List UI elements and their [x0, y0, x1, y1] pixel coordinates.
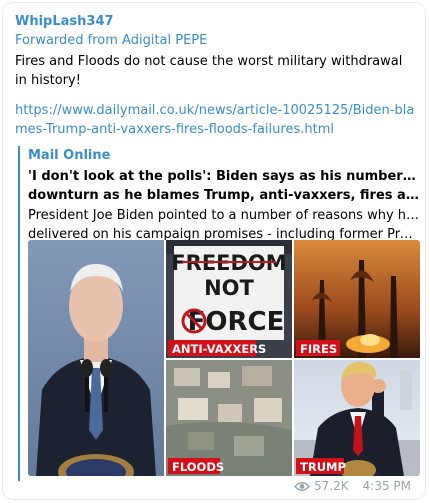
preview-title: 'I don't look at the polls': Biden says …	[28, 167, 420, 205]
caption-anti-vaxxers: ANTI-VAXXERS	[172, 342, 266, 356]
trump-photo: TRUMP	[294, 360, 420, 476]
eye-icon	[294, 481, 311, 491]
view-count: 57.2K	[314, 479, 349, 493]
forwarded-from-label[interactable]: Forwarded from Adigital PEPE	[15, 33, 207, 48]
caption-fires: FIRES	[300, 342, 337, 356]
sign-line-3: FORCE	[188, 307, 285, 337]
message-meta: 57.2K 4:35 PM	[294, 479, 411, 493]
preview-collage: FREEDOM NOT FORCE ANTI-VAXXERS FIRES FLO…	[28, 240, 420, 476]
preview-image[interactable]: FREEDOM NOT FORCE ANTI-VAXXERS FIRES FLO…	[28, 240, 420, 476]
message-time: 4:35 PM	[362, 479, 411, 493]
article-link[interactable]: https://www.dailymail.co.uk/news/article…	[15, 101, 415, 139]
biden-photo	[28, 240, 164, 476]
floods-photo: FLOODS	[166, 360, 292, 476]
message-bubble: WhipLash347 Forwarded from Adigital PEPE…	[3, 3, 425, 499]
preview-site-name: Mail Online	[28, 148, 111, 163]
anti-vaxxers-photo: FREEDOM NOT FORCE ANTI-VAXXERS	[166, 240, 292, 358]
preview-title-line: 'I don't look at the polls': Biden says …	[28, 169, 420, 184]
link-preview[interactable]: Mail Online 'I don't look at the polls':…	[18, 146, 420, 481]
preview-title-line: downturn as he blames Trump, anti-vaxxer…	[28, 188, 420, 203]
sender-name[interactable]: WhipLash347	[15, 14, 114, 29]
chat-background: WhipLash347 Forwarded from Adigital PEPE…	[0, 0, 430, 503]
caption-floods: FLOODS	[172, 460, 224, 474]
caption-trump: TRUMP	[300, 460, 346, 474]
preview-description-line: President Joe Biden pointed to a number …	[28, 208, 420, 223]
sign-line-2: NOT	[204, 276, 254, 300]
message-text: Fires and Floods do not cause the worst …	[15, 54, 403, 88]
preview-description: President Joe Biden pointed to a number …	[28, 206, 420, 244]
fires-photo: FIRES	[294, 240, 420, 358]
